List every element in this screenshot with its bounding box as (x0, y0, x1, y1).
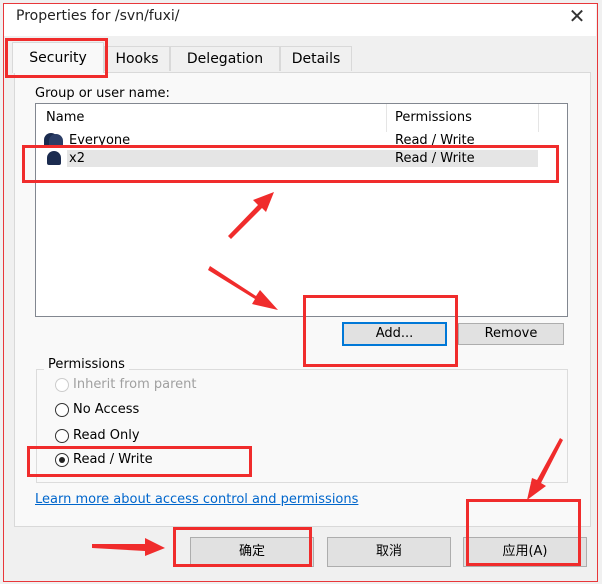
arrow-icon (228, 192, 274, 239)
annotation-arrows (92, 192, 563, 556)
arrow-icon (92, 538, 165, 556)
arrow-icon (208, 266, 278, 310)
arrow-icon (527, 438, 563, 500)
